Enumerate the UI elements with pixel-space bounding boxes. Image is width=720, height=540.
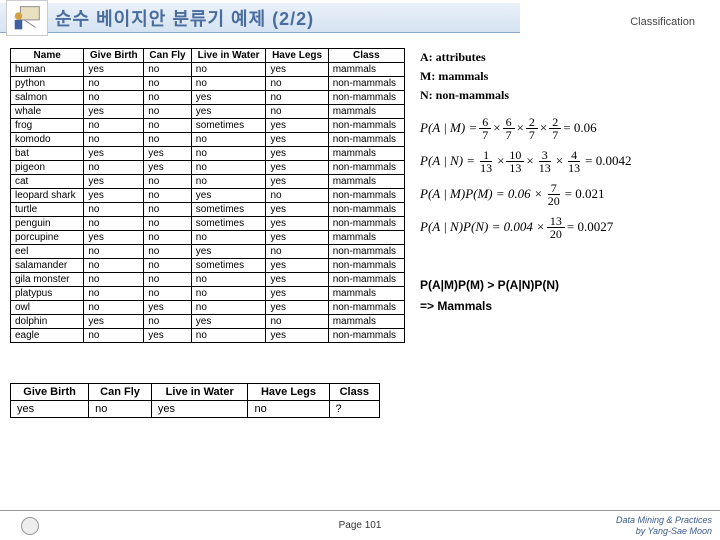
table-row: dolphinyesnoyesnomammals <box>11 315 405 329</box>
table-row: humanyesnonoyesmammals <box>11 63 405 77</box>
page-number: Page 101 <box>339 520 382 531</box>
result-answer: => Mammals <box>420 296 710 318</box>
table-header: Have Legs <box>248 384 329 401</box>
table-row: komodonononoyesnon-mammals <box>11 133 405 147</box>
table-row: porcupineyesnonoyesmammals <box>11 231 405 245</box>
table-header: Live in Water <box>191 49 266 63</box>
table-row: penguinnonosometimesyesnon-mammals <box>11 217 405 231</box>
training-data-table: NameGive BirthCan FlyLive in WaterHave L… <box>10 48 405 343</box>
def-m: M: mammals <box>420 67 710 86</box>
def-a: A: attributes <box>420 48 710 67</box>
result-compare: P(A|M)P(M) > P(A|N)P(N) <box>420 275 710 297</box>
table-row: salmonnonoyesnonon-mammals <box>11 91 405 105</box>
equation-3: P(A | M)P(M) = 0.06 × 720 = 0.021 <box>420 182 710 207</box>
definitions: A: attributes M: mammals N: non-mammals <box>420 48 710 106</box>
conclusion: P(A|M)P(M) > P(A|N)P(N) => Mammals <box>420 275 710 318</box>
classification-label: Classification <box>630 16 695 28</box>
table-row: eelnonoyesnonon-mammals <box>11 245 405 259</box>
table-row: pythonnononononon-mammals <box>11 77 405 91</box>
equation-4: P(A | N)P(N) = 0.004 × 1320 = 0.0027 <box>420 215 710 240</box>
table-header: Can Fly <box>144 49 192 63</box>
table-header: Class <box>329 384 379 401</box>
footer-credit: Data Mining & Practices by Yang-Sae Moon <box>616 515 712 537</box>
equation-2: P(A | N) = 113× 1013× 313× 413 = 0.0042 <box>420 149 710 174</box>
table-row: eaglenoyesnoyesnon-mammals <box>11 329 405 343</box>
table-row: yesnoyesno? <box>11 401 380 418</box>
table-row: catyesnonoyesmammals <box>11 175 405 189</box>
table-row: platypusnononoyesmammals <box>11 287 405 301</box>
table-header: Class <box>328 49 404 63</box>
table-header: Can Fly <box>89 384 152 401</box>
table-row: pigeonnoyesnoyesnon-mammals <box>11 161 405 175</box>
test-data-table: Give BirthCan FlyLive in WaterHave LegsC… <box>10 383 380 418</box>
table-row: leopard sharkyesnoyesnonon-mammals <box>11 189 405 203</box>
table-row: owlnoyesnoyesnon-mammals <box>11 301 405 315</box>
table-header: Give Birth <box>84 49 144 63</box>
page-title: 순수 베이지안 분류기 예제 (2/2) <box>55 5 314 31</box>
table-header: Give Birth <box>11 384 89 401</box>
table-row: whaleyesnoyesnomammals <box>11 105 405 119</box>
footer-logo <box>0 517 60 535</box>
table-row: turtlenonosometimesyesnon-mammals <box>11 203 405 217</box>
table-row: gila monsternononoyesnon-mammals <box>11 273 405 287</box>
table-header: Name <box>11 49 84 63</box>
presenter-icon <box>6 0 48 36</box>
table-row: frognonosometimesyesnon-mammals <box>11 119 405 133</box>
table-row: salamandernonosometimesyesnon-mammals <box>11 259 405 273</box>
table-header: Live in Water <box>151 384 248 401</box>
table-header: Have Legs <box>266 49 328 63</box>
def-n: N: non-mammals <box>420 86 710 105</box>
equation-1: P(A | M) = 67× 67× 27× 27 = 0.06 <box>420 116 710 141</box>
table-row: batyesyesnoyesmammals <box>11 147 405 161</box>
